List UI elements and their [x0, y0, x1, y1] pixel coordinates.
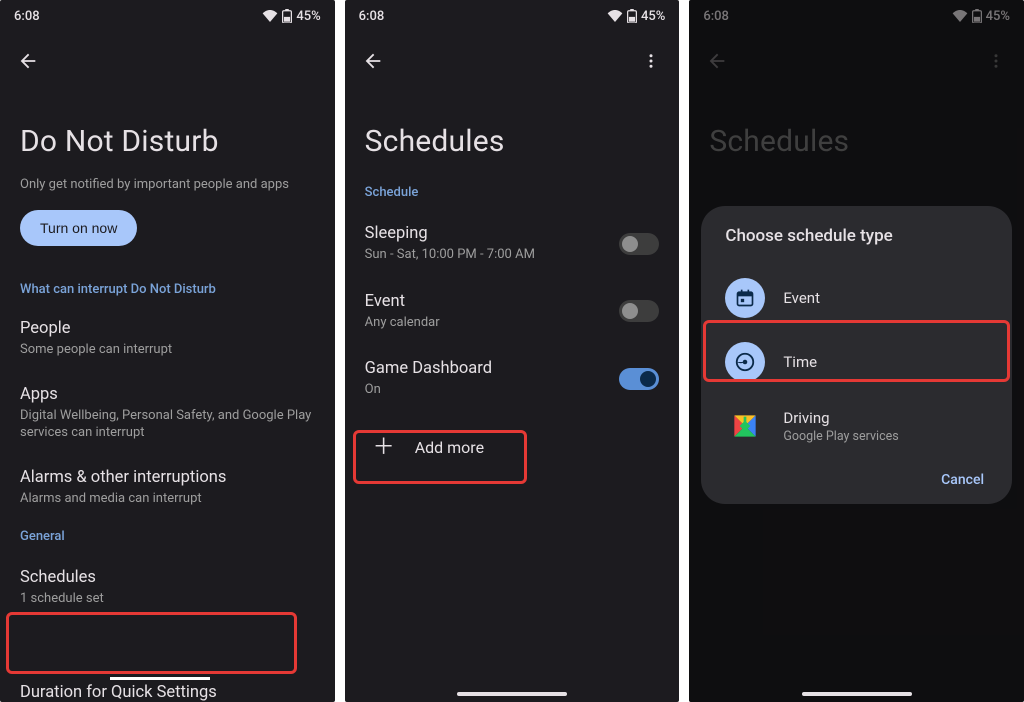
- dialog-cancel-button[interactable]: Cancel: [719, 458, 994, 490]
- screen-do-not-disturb: 6:08 45% Do Not Disturb Only get notifie…: [0, 0, 335, 702]
- event-label: Event: [783, 289, 820, 307]
- sleeping-title: Sleeping: [365, 224, 620, 243]
- alarms-sub: Alarms and media can interrupt: [20, 490, 315, 508]
- status-bar: 6:08 45%: [345, 0, 680, 28]
- schedules-item[interactable]: Schedules 1 schedule set: [0, 554, 335, 624]
- schedule-type-driving[interactable]: Driving Google Play services: [719, 394, 994, 458]
- page-title: Schedules: [345, 84, 680, 177]
- event-title: Event: [365, 292, 620, 311]
- people-title: People: [20, 319, 315, 338]
- driving-sub: Google Play services: [783, 429, 898, 444]
- game-dashboard-sub: On: [365, 381, 620, 399]
- google-play-services-icon: [725, 406, 765, 446]
- section-label-interrupt: What can interrupt Do Not Disturb: [0, 274, 335, 307]
- section-label-general: General: [0, 521, 335, 554]
- schedule-type-dialog: Choose schedule type Event Time: [701, 206, 1012, 504]
- schedule-type-time[interactable]: Time: [719, 330, 994, 394]
- alarms-title: Alarms & other interruptions: [20, 468, 315, 487]
- time-icon: [725, 342, 765, 382]
- gesture-navbar[interactable]: [802, 692, 912, 696]
- schedules-sub: 1 schedule set: [20, 590, 315, 608]
- schedule-type-event[interactable]: Event: [719, 266, 994, 330]
- schedule-sleeping[interactable]: Sleeping Sun - Sat, 10:00 PM - 7:00 AM: [345, 210, 680, 278]
- turn-on-now-button[interactable]: Turn on now: [20, 210, 137, 246]
- add-more-button[interactable]: ＋ Add more: [353, 421, 672, 475]
- battery-percent: 45%: [641, 9, 665, 24]
- driving-label: Driving: [783, 409, 898, 427]
- wifi-icon: [607, 10, 623, 22]
- page-subtitle: Only get notified by important people an…: [0, 177, 335, 210]
- game-dashboard-toggle[interactable]: [619, 368, 659, 390]
- battery-icon: [282, 9, 292, 23]
- sleeping-sub: Sun - Sat, 10:00 PM - 7:00 AM: [365, 246, 620, 264]
- clock: 6:08: [359, 9, 385, 24]
- plus-icon: ＋: [373, 437, 395, 459]
- battery-icon: [627, 9, 637, 23]
- apps-title: Apps: [20, 385, 315, 404]
- wifi-icon: [262, 10, 278, 22]
- event-toggle[interactable]: [619, 300, 659, 322]
- sleeping-toggle[interactable]: [619, 233, 659, 255]
- schedules-title: Schedules: [20, 568, 315, 587]
- gesture-navbar[interactable]: [457, 692, 567, 696]
- schedule-game-dashboard[interactable]: Game Dashboard On: [345, 345, 680, 413]
- event-sub: Any calendar: [365, 314, 620, 332]
- people-item[interactable]: People Some people can interrupt: [0, 307, 335, 373]
- game-dashboard-title: Game Dashboard: [365, 359, 620, 378]
- add-more-label: Add more: [415, 438, 484, 457]
- apps-sub: Digital Wellbeing, Personal Safety, and …: [20, 407, 315, 442]
- people-sub: Some people can interrupt: [20, 341, 315, 359]
- app-bar: [0, 28, 335, 84]
- calendar-icon: [725, 278, 765, 318]
- battery-percent: 45%: [296, 9, 320, 24]
- back-button[interactable]: [16, 49, 40, 73]
- page-title: Do Not Disturb: [0, 84, 335, 177]
- more-button[interactable]: [639, 49, 663, 73]
- back-button[interactable]: [361, 49, 385, 73]
- status-bar: 6:08 45%: [0, 0, 335, 28]
- dialog-title: Choose schedule type: [719, 226, 994, 246]
- schedule-event[interactable]: Event Any calendar: [345, 278, 680, 346]
- alarms-item[interactable]: Alarms & other interruptions Alarms and …: [0, 456, 335, 522]
- clock: 6:08: [14, 9, 40, 24]
- screen-schedules: 6:08 45% Schedules Schedule Sleeping Sun…: [345, 0, 680, 702]
- apps-item[interactable]: Apps Digital Wellbeing, Personal Safety,…: [0, 373, 335, 456]
- recent-apps-underline: [110, 677, 210, 680]
- section-label-schedule: Schedule: [345, 177, 680, 210]
- time-label: Time: [783, 353, 817, 371]
- app-bar: [345, 28, 680, 84]
- screen-schedule-type-dialog: 6:08 45% Schedules Choose schedule type …: [689, 0, 1024, 702]
